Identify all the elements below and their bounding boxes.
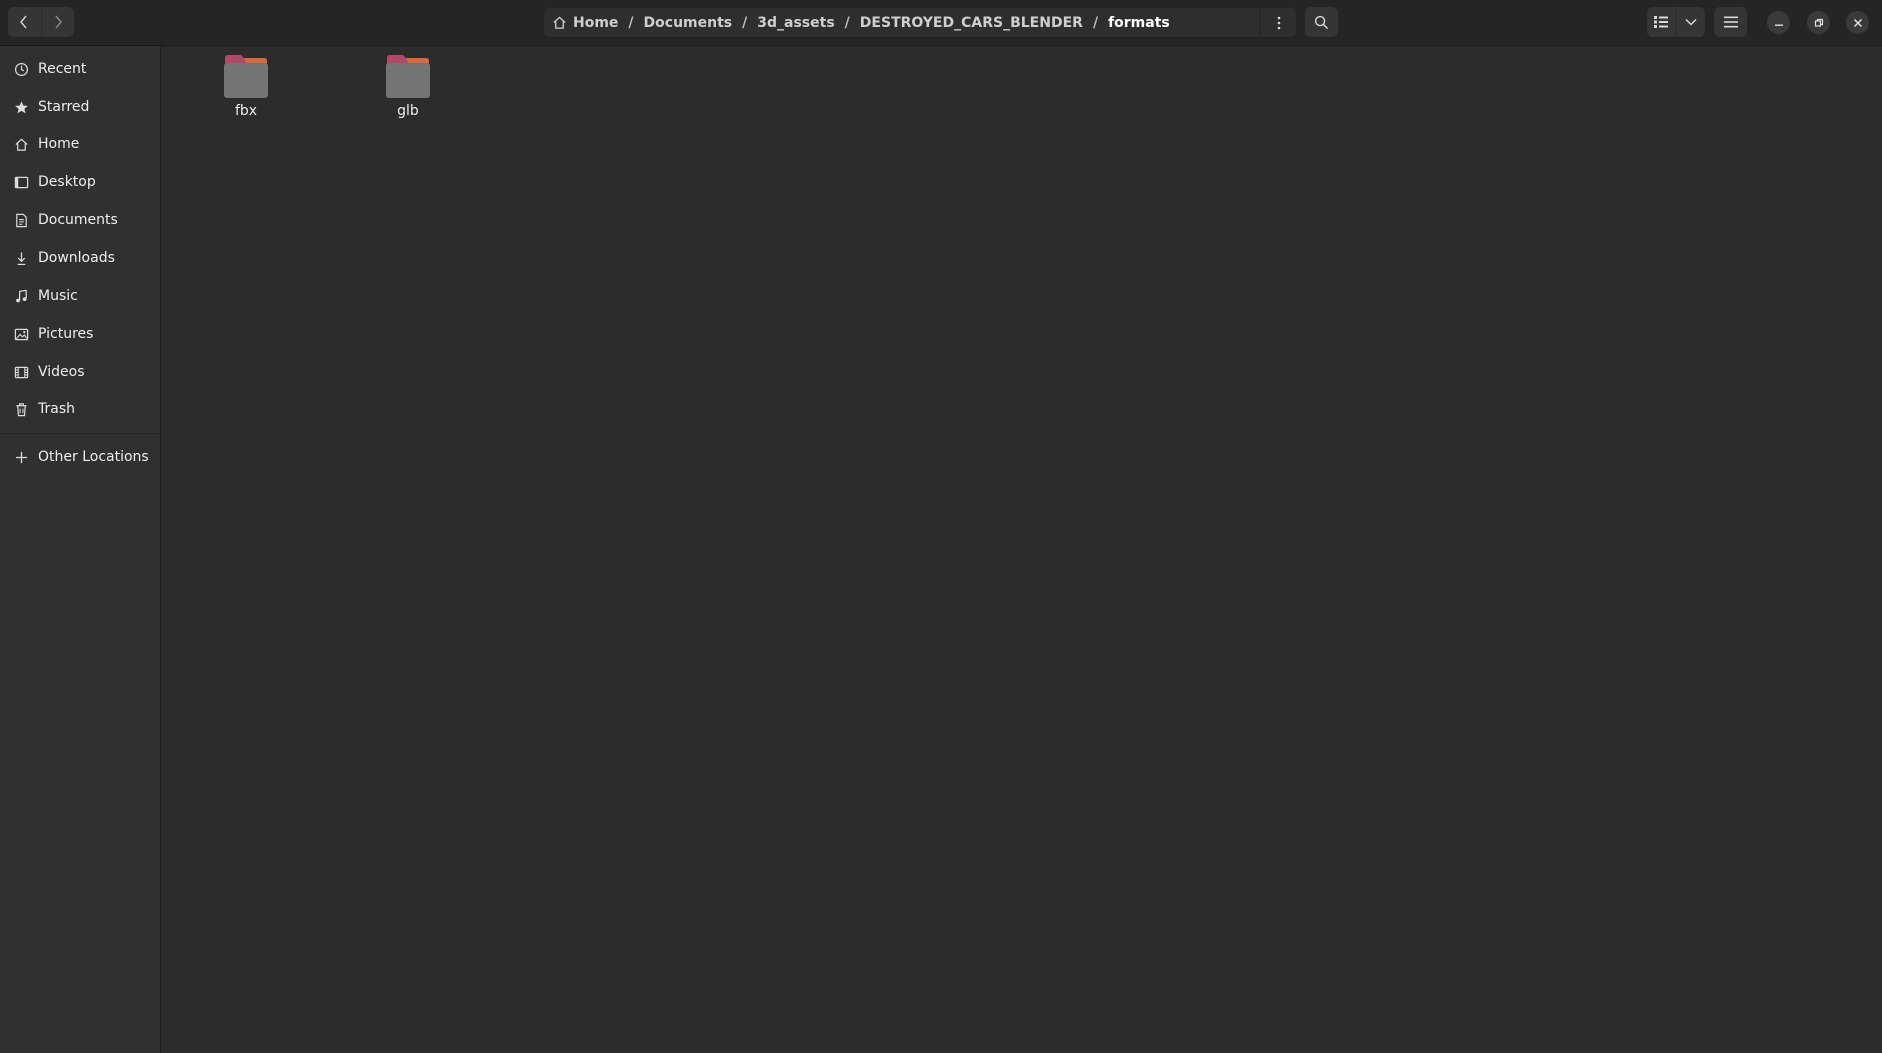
breadcrumb-separator: / bbox=[844, 14, 850, 31]
path-menu-button[interactable] bbox=[1260, 8, 1296, 37]
folder-icon bbox=[224, 55, 268, 98]
document-icon bbox=[13, 212, 29, 228]
breadcrumb-separator: / bbox=[742, 14, 748, 31]
chevron-down-icon bbox=[1685, 18, 1697, 26]
file-view[interactable]: fbx glb bbox=[161, 46, 1882, 1053]
view-dropdown-button[interactable] bbox=[1675, 7, 1706, 37]
home-icon bbox=[13, 136, 29, 152]
sidebar-item-downloads[interactable]: Downloads bbox=[0, 240, 160, 276]
sidebar-item-pictures[interactable]: Pictures bbox=[0, 316, 160, 352]
minimize-button[interactable] bbox=[1767, 11, 1790, 34]
video-icon bbox=[13, 364, 29, 380]
home-icon bbox=[552, 15, 567, 30]
breadcrumb-formats[interactable]: formats bbox=[1108, 7, 1170, 38]
hamburger-icon bbox=[1723, 16, 1738, 28]
sidebar-item-trash[interactable]: Trash bbox=[0, 391, 160, 427]
kebab-menu-icon bbox=[1277, 16, 1280, 29]
breadcrumb-documents[interactable]: Documents bbox=[644, 7, 733, 38]
clock-icon bbox=[13, 61, 29, 77]
maximize-button[interactable] bbox=[1807, 11, 1830, 34]
breadcrumb-label: 3d_assets bbox=[757, 14, 835, 31]
file-name: fbx bbox=[234, 103, 258, 119]
folder-icon bbox=[386, 55, 430, 98]
forward-button[interactable] bbox=[40, 7, 75, 37]
sidebar-item-label: Videos bbox=[38, 364, 85, 380]
breadcrumb-separator: / bbox=[628, 14, 634, 31]
sidebar-item-label: Music bbox=[38, 288, 78, 304]
header-bar: Home / Documents / 3d_assets / DESTROYED… bbox=[0, 0, 1882, 46]
sidebar-item-label: Recent bbox=[38, 61, 87, 77]
back-button[interactable] bbox=[8, 7, 41, 37]
search-icon bbox=[1314, 15, 1329, 29]
breadcrumb-destroyed-cars-blender[interactable]: DESTROYED_CARS_BLENDER bbox=[860, 7, 1083, 38]
breadcrumb-label: Home bbox=[573, 14, 619, 31]
view-options bbox=[1647, 7, 1705, 37]
breadcrumb-separator: / bbox=[1092, 14, 1099, 31]
sidebar-item-documents[interactable]: Documents bbox=[0, 202, 160, 238]
music-icon bbox=[13, 288, 29, 304]
sidebar-divider bbox=[0, 433, 160, 434]
breadcrumb-label: formats bbox=[1108, 14, 1170, 31]
folder-item-glb[interactable]: glb bbox=[353, 54, 463, 126]
sidebar-item-other-locations[interactable]: Other Locations bbox=[0, 439, 160, 475]
path-bar: Home / Documents / 3d_assets / DESTROYED… bbox=[543, 7, 1297, 38]
folder-item-fbx[interactable]: fbx bbox=[191, 54, 301, 126]
close-icon bbox=[1853, 18, 1862, 27]
sidebar-item-label: Home bbox=[38, 136, 80, 152]
sidebar-item-label: Pictures bbox=[38, 326, 94, 342]
sidebar-item-label: Trash bbox=[38, 401, 75, 417]
restore-icon bbox=[1814, 18, 1823, 27]
sidebar-item-label: Documents bbox=[38, 212, 118, 228]
download-icon bbox=[13, 250, 29, 266]
main-menu-button[interactable] bbox=[1714, 7, 1747, 37]
sidebar-item-label: Desktop bbox=[38, 174, 96, 190]
chevron-right-icon bbox=[55, 15, 62, 29]
navigation-buttons bbox=[8, 7, 74, 37]
search-button[interactable] bbox=[1305, 7, 1338, 37]
desktop-icon bbox=[13, 174, 29, 190]
file-name: glb bbox=[397, 103, 419, 119]
breadcrumb-3d-assets[interactable]: 3d_assets bbox=[757, 7, 834, 38]
sidebar-item-starred[interactable]: Starred bbox=[0, 89, 160, 125]
sidebar-item-label: Starred bbox=[38, 99, 90, 115]
breadcrumb-home[interactable]: Home bbox=[552, 7, 618, 38]
breadcrumb-label: Documents bbox=[643, 14, 733, 31]
sidebar: Recent Starred Home Desktop Documents Do… bbox=[0, 46, 161, 1053]
star-icon bbox=[13, 99, 29, 115]
list-view-button[interactable] bbox=[1647, 7, 1676, 37]
sidebar-item-label: Other Locations bbox=[38, 449, 149, 465]
file-manager-window: Home / Documents / 3d_assets / DESTROYED… bbox=[0, 0, 1882, 1053]
minimize-icon bbox=[1774, 24, 1783, 26]
chevron-left-icon bbox=[20, 15, 27, 29]
plus-icon bbox=[13, 449, 29, 465]
close-button[interactable] bbox=[1846, 11, 1869, 34]
sidebar-item-home[interactable]: Home bbox=[0, 126, 160, 162]
list-view-icon bbox=[1654, 16, 1669, 28]
breadcrumb: Home / Documents / 3d_assets / DESTROYED… bbox=[544, 7, 1170, 38]
sidebar-item-desktop[interactable]: Desktop bbox=[0, 164, 160, 200]
sidebar-item-music[interactable]: Music bbox=[0, 278, 160, 314]
sidebar-item-videos[interactable]: Videos bbox=[0, 354, 160, 390]
picture-icon bbox=[13, 326, 29, 342]
sidebar-item-label: Downloads bbox=[38, 250, 115, 266]
sidebar-item-recent[interactable]: Recent bbox=[0, 51, 160, 87]
trash-icon bbox=[13, 401, 29, 417]
breadcrumb-label: DESTROYED_CARS_BLENDER bbox=[859, 14, 1083, 31]
